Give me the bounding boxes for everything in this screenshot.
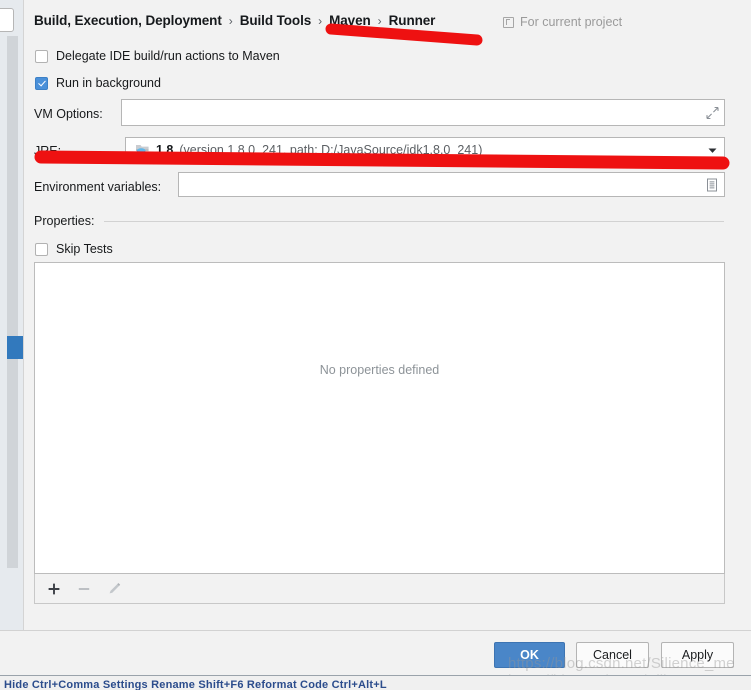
scope-label: For current project <box>520 15 623 29</box>
breadcrumb-item-build-tools[interactable]: Build Tools <box>240 13 311 28</box>
delegate-ide-build-checkbox-row[interactable]: Delegate IDE build/run actions to Maven <box>35 49 280 63</box>
properties-section-label: Properties: <box>34 214 95 228</box>
settings-search-input[interactable] <box>0 8 14 32</box>
remove-property-button[interactable] <box>71 577 97 601</box>
jdk-icon <box>135 143 150 156</box>
add-property-button[interactable] <box>41 577 67 601</box>
edit-property-button[interactable] <box>101 577 127 601</box>
skip-tests-checkbox-row[interactable]: Skip Tests <box>35 242 113 256</box>
properties-list[interactable]: No properties defined <box>34 262 725 574</box>
status-bar-clipped: Hide Ctrl+Comma Settings Rename Shift+F6… <box>0 675 751 690</box>
run-in-background-checkbox-row[interactable]: Run in background <box>35 76 161 90</box>
run-in-background-checkbox[interactable] <box>35 76 48 90</box>
jre-combobox[interactable]: 1.8 (version 1.8.0_241, path: D:/JavaSou… <box>125 137 725 162</box>
status-bar-text: Hide Ctrl+Comma Settings Rename Shift+F6… <box>4 679 387 690</box>
breadcrumb-item-runner[interactable]: Runner <box>389 13 436 28</box>
environment-variables-input[interactable] <box>178 172 725 197</box>
skip-tests-label: Skip Tests <box>56 242 113 256</box>
properties-section-rule <box>104 221 724 222</box>
properties-empty-message: No properties defined <box>319 363 440 377</box>
breadcrumb-separator: › <box>228 13 233 28</box>
delegate-ide-build-label: Delegate IDE build/run actions to Maven <box>56 49 280 63</box>
module-icon <box>503 16 514 28</box>
vm-options-input[interactable] <box>121 99 725 126</box>
breadcrumb-separator: › <box>377 13 382 28</box>
delegate-ide-build-checkbox[interactable] <box>35 49 48 63</box>
jre-value: 1.8 (version 1.8.0_241, path: D:/JavaSou… <box>135 143 482 157</box>
scope-indicator[interactable]: For current project <box>503 15 622 29</box>
breadcrumb-separator: › <box>318 13 323 28</box>
jre-label: JRE: <box>34 144 62 158</box>
chevron-down-icon[interactable] <box>706 143 719 156</box>
settings-tree-scrollbar-track[interactable] <box>7 36 25 568</box>
breadcrumb-item-build-execution-deployment[interactable]: Build, Execution, Deployment <box>34 13 222 28</box>
settings-tree-panel-edge <box>0 0 25 664</box>
jre-version-detail: (version 1.8.0_241, path: D:/JavaSource/… <box>179 142 483 157</box>
jre-version: 1.8 <box>156 142 174 157</box>
breadcrumb-item-maven[interactable]: Maven <box>329 13 371 28</box>
properties-toolbar <box>34 574 725 604</box>
expand-icon[interactable] <box>706 106 719 119</box>
maven-runner-settings-pane: Build, Execution, Deployment › Build Too… <box>24 0 751 630</box>
document-list-icon[interactable] <box>705 177 719 192</box>
vm-options-label: VM Options: <box>34 107 103 121</box>
skip-tests-checkbox[interactable] <box>35 242 48 256</box>
breadcrumb: Build, Execution, Deployment › Build Too… <box>34 13 435 28</box>
watermark: https://blog.csdn.net/Silience_me <box>508 655 735 672</box>
run-in-background-label: Run in background <box>56 76 161 90</box>
settings-dialog: Build, Execution, Deployment › Build Too… <box>0 0 751 690</box>
environment-variables-label: Environment variables: <box>34 180 162 194</box>
